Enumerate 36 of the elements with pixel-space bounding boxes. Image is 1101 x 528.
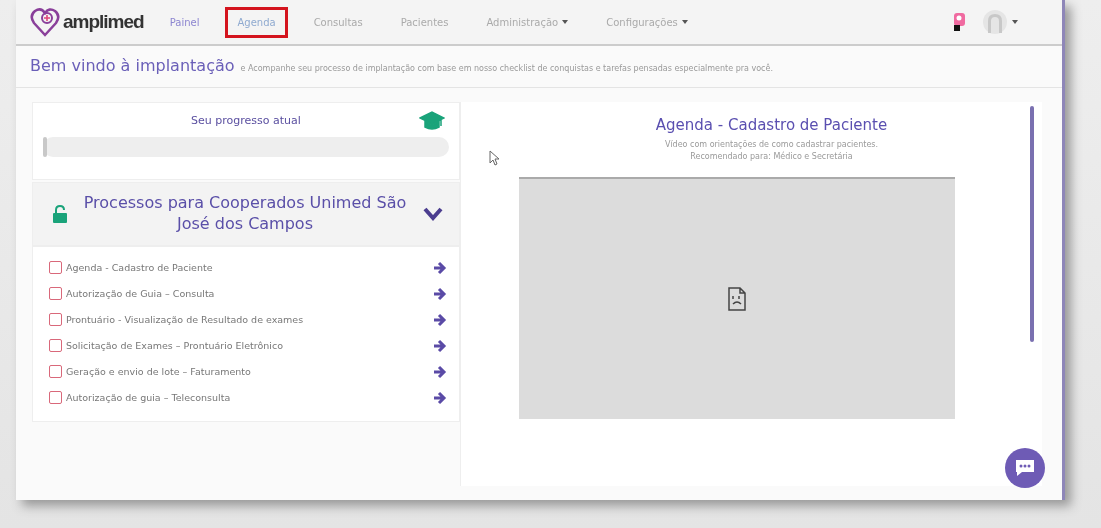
page-title: Bem vindo à implantação	[30, 56, 235, 75]
heart-logo-icon	[30, 7, 60, 37]
graduation-cap-icon	[419, 111, 445, 131]
page-subtitle: e Acompanhe seu processo de implantação com base em nosso checklist de conquistas e tarefas pensadas especialmente pra você.	[240, 64, 773, 73]
recommendation-text: Recomendado para: Médico e Secretária	[690, 151, 853, 163]
arrow-right-icon[interactable]	[433, 286, 447, 301]
broken-file-icon	[726, 287, 747, 311]
logo-text[interactable]: amplimed	[63, 11, 144, 33]
notification-icon[interactable]	[952, 12, 966, 32]
task-label[interactable]: Geração e envio de lote – Faturamento	[66, 366, 429, 378]
video-description: Vídeo com orientações de como cadastrar pacientes.	[664, 139, 879, 151]
arrow-right-icon[interactable]	[433, 260, 447, 275]
task-label[interactable]: Autorização de guia – Teleconsulta	[66, 392, 429, 404]
checkbox[interactable]	[49, 313, 62, 327]
task-label[interactable]: Agenda - Cadastro de Paciente	[66, 262, 429, 274]
arrow-right-icon[interactable]	[433, 312, 447, 327]
task-label[interactable]: Solicitação de Exames – Prontuário Eletrônico	[66, 340, 429, 352]
arrow-right-icon[interactable]	[433, 364, 447, 379]
video-title: Agenda - Cadastro de Paciente	[655, 116, 888, 134]
checkbox[interactable]	[49, 339, 62, 353]
progress-title: Seu progresso atual	[191, 113, 301, 127]
scrollbar[interactable]	[1030, 106, 1034, 342]
arrow-right-icon[interactable]	[433, 338, 447, 353]
section-title: Processos para Cooperados Unimed São José dos Campos	[82, 193, 408, 235]
mouse-pointer-icon	[489, 150, 501, 166]
checkbox[interactable]	[49, 261, 62, 275]
nav-link[interactable]: Painel	[157, 6, 212, 38]
arrow-right-icon[interactable]	[433, 390, 447, 405]
checkbox[interactable]	[49, 287, 62, 301]
checkbox[interactable]	[49, 365, 62, 379]
task-label[interactable]: Autorização de Guia – Consulta	[66, 288, 429, 300]
section-header[interactable]: Processos para Cooperados Unimed São José dos Campos	[32, 182, 460, 246]
checkbox[interactable]	[49, 391, 62, 405]
task-label[interactable]: Prontuário - Visualização de Resultado de exames	[66, 314, 429, 326]
unlocked-padlock-icon	[53, 204, 67, 223]
chat-bubble-icon	[1014, 458, 1036, 478]
